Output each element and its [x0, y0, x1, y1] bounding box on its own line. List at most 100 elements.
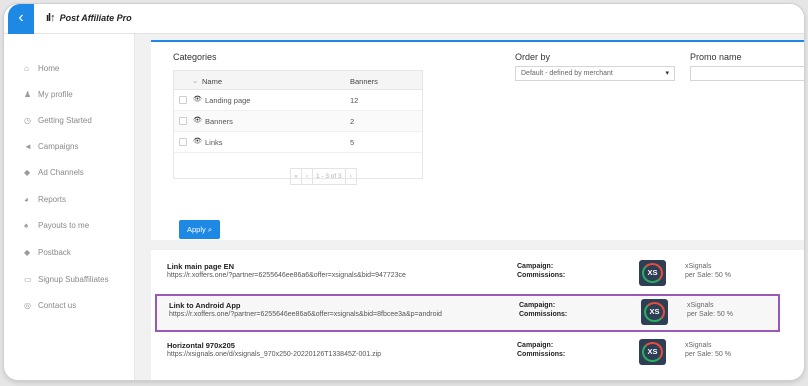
- order-by-select[interactable]: Default - defined by merchant ▾: [515, 66, 675, 81]
- link-url[interactable]: https://xsignals.one/d/xsignals_970x250-…: [167, 351, 381, 358]
- campaign-label: Campaign:: [519, 302, 556, 309]
- category-name: Landing page: [205, 96, 251, 105]
- money-bag-icon: ♠: [24, 220, 29, 230]
- commission-value: per Sale: 50 %: [685, 351, 731, 358]
- campaign-logo: XS: [641, 299, 668, 325]
- campaign-logo: XS: [639, 339, 666, 365]
- sidebar-item-postback[interactable]: ◆ Postback: [24, 244, 71, 260]
- column-name[interactable]: Name: [202, 77, 222, 86]
- categories-label: Categories: [173, 52, 217, 62]
- link-title[interactable]: Horizontal 970x205: [167, 341, 235, 350]
- sidebar-item-label: Signup Subaffiliates: [38, 274, 109, 284]
- page-info: 1 - 3 of 3: [312, 168, 346, 185]
- sidebar-item-ad-channels[interactable]: ◆ Ad Channels: [24, 164, 84, 180]
- row-checkbox[interactable]: [179, 96, 187, 104]
- search-icon: ⌕: [207, 225, 213, 234]
- sidebar-item-reports[interactable]: ◕ Reports: [24, 191, 66, 207]
- list-item[interactable]: Horizontal 970x205 https://xsignals.one/…: [151, 334, 804, 372]
- promo-name-input[interactable]: [690, 66, 804, 81]
- contact-icon: ◎: [24, 300, 31, 310]
- sidebar-item-label: Payouts to me: [38, 220, 90, 230]
- person-icon: ♟: [24, 89, 32, 99]
- sidebar-item-label: Ad Channels: [38, 167, 84, 177]
- caret-down-icon: ▾: [665, 70, 669, 77]
- sidebar-item-label: Contact us: [38, 300, 77, 310]
- campaign-label: Campaign:: [517, 263, 554, 270]
- sidebar-item-signup-subaffiliates[interactable]: ▭ Signup Subaffiliates: [24, 271, 109, 287]
- sidebar-item-label: Postback: [38, 247, 71, 257]
- sidebar: ⌂ Home ♟ My profile ◷ Getting Started ◄ …: [4, 34, 135, 380]
- monitor-icon: ▭: [24, 274, 32, 284]
- banner-count: 5: [350, 138, 355, 147]
- link-title[interactable]: Link main page EN: [167, 262, 234, 271]
- table-row[interactable]: 👁 Landing page 12: [174, 90, 422, 111]
- campaign-logo: XS: [639, 260, 666, 286]
- sidebar-item-payouts[interactable]: ♠ Payouts to me: [24, 217, 89, 233]
- sidebar-item-my-profile[interactable]: ♟ My profile: [24, 86, 73, 102]
- campaign-value: xSignals: [685, 263, 712, 270]
- commission-value: per Sale: 50 %: [687, 311, 733, 318]
- category-name: Links: [205, 138, 223, 147]
- commissions-label: Commissions:: [519, 311, 568, 318]
- main-content: Categories Order by Promo name ⌄ Name Ba…: [135, 34, 804, 380]
- sidebar-item-label: Campaigns: [38, 141, 79, 151]
- link-title[interactable]: Link to Android App: [169, 301, 241, 310]
- order-by-value: Default - defined by merchant: [521, 70, 613, 77]
- chart-icon: ◕: [24, 194, 29, 204]
- logo-mark-icon: ıl↑: [46, 12, 56, 24]
- top-bar: ‹ ıl↑ Post Affiliate Pro: [4, 4, 804, 34]
- table-row[interactable]: 👁 Banners 2: [174, 111, 422, 132]
- xsignals-logo-icon: XS: [642, 263, 663, 283]
- order-by-label: Order by: [515, 52, 551, 62]
- next-page-button[interactable]: ›: [344, 168, 357, 185]
- banner-count: 12: [350, 96, 359, 105]
- clock-icon: ◷: [24, 115, 31, 125]
- commissions-label: Commissions:: [517, 351, 566, 358]
- list-item-highlighted[interactable]: Link to Android App https://r.xoffers.on…: [155, 294, 780, 332]
- back-arrow-icon[interactable]: ‹: [8, 4, 34, 34]
- campaign-label: Campaign:: [517, 342, 554, 349]
- app-window: ‹ ıl↑ Post Affiliate Pro ⌂ Home ♟ My pro…: [4, 4, 804, 380]
- list-item[interactable]: Link main page EN https://r.xoffers.one/…: [151, 255, 804, 293]
- sidebar-item-label: My profile: [38, 89, 73, 99]
- filter-panel: Categories Order by Promo name ⌄ Name Ba…: [151, 40, 804, 240]
- table-row[interactable]: 👁 Links 5: [174, 132, 422, 153]
- sidebar-item-label: Getting Started: [38, 115, 92, 125]
- home-icon: ⌂: [24, 63, 29, 73]
- sidebar-item-home[interactable]: ⌂ Home: [24, 60, 59, 76]
- categories-table: ⌄ Name Banners 👁 Landing page 12 👁 Banne…: [173, 70, 423, 179]
- logo-text: Post Affiliate Pro: [59, 13, 132, 23]
- campaign-value: xSignals: [687, 302, 714, 309]
- table-header: ⌄ Name Banners: [174, 71, 422, 90]
- category-name: Banners: [205, 117, 233, 126]
- postback-icon: ◆: [24, 247, 31, 257]
- sort-chevron-icon[interactable]: ⌄: [192, 76, 198, 85]
- xsignals-logo-icon: XS: [642, 342, 663, 362]
- channel-icon: ◆: [24, 167, 31, 177]
- app-logo[interactable]: ıl↑ Post Affiliate Pro: [46, 12, 132, 24]
- banner-count: 2: [350, 117, 355, 126]
- row-checkbox[interactable]: [179, 138, 187, 146]
- xsignals-logo-icon: XS: [644, 302, 665, 322]
- apply-label: Apply: [187, 225, 206, 234]
- pagination: « ‹ 1 - 3 of 3 ›: [290, 168, 357, 185]
- commission-value: per Sale: 50 %: [685, 272, 731, 279]
- column-banners[interactable]: Banners: [350, 77, 378, 86]
- commissions-label: Commissions:: [517, 272, 566, 279]
- link-url[interactable]: https://r.xoffers.one/?partner=6255646ee…: [169, 311, 442, 318]
- sidebar-item-label: Reports: [38, 194, 67, 204]
- sidebar-item-getting-started[interactable]: ◷ Getting Started: [24, 112, 92, 128]
- eye-icon[interactable]: 👁: [193, 116, 202, 124]
- eye-icon[interactable]: 👁: [193, 137, 202, 145]
- sidebar-item-contact-us[interactable]: ◎ Contact us: [24, 297, 76, 313]
- sidebar-item-campaigns[interactable]: ◄ Campaigns: [24, 138, 78, 154]
- apply-button[interactable]: Apply ⌕: [179, 220, 221, 239]
- campaign-value: xSignals: [685, 342, 712, 349]
- promo-name-label: Promo name: [690, 52, 742, 62]
- sidebar-item-label: Home: [38, 63, 60, 73]
- megaphone-icon: ◄: [24, 141, 32, 151]
- link-url[interactable]: https://r.xoffers.one/?partner=6255646ee…: [167, 272, 406, 279]
- row-checkbox[interactable]: [179, 117, 187, 125]
- links-list: Link main page EN https://r.xoffers.one/…: [151, 250, 804, 380]
- eye-icon[interactable]: 👁: [193, 95, 202, 103]
